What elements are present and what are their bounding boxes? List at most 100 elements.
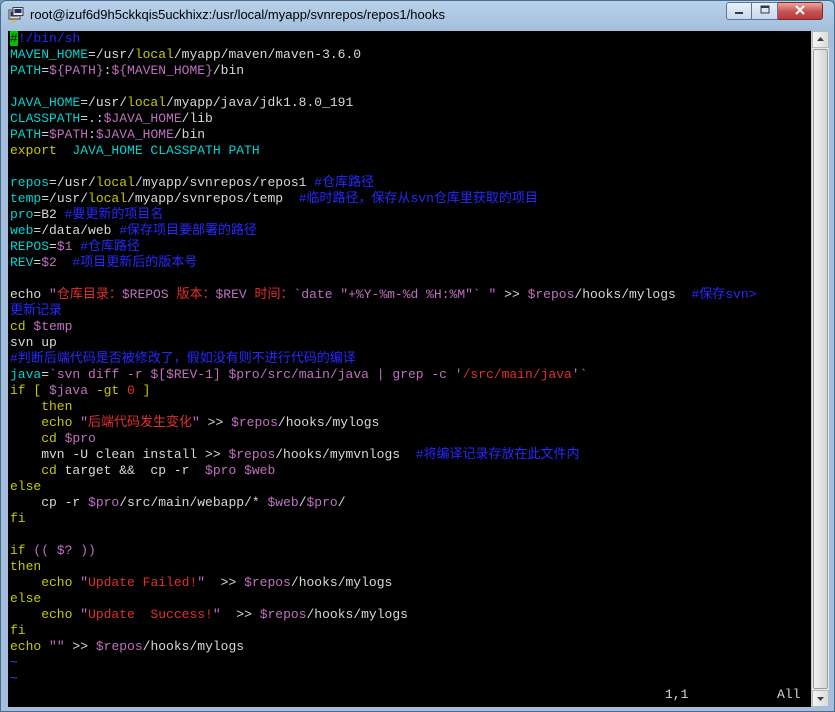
code-token: $[ [150, 367, 167, 382]
code-token: $pro [64, 431, 96, 446]
code-token: $? [56, 543, 73, 558]
code-line: fi [10, 511, 756, 527]
code-token: pro [10, 207, 34, 222]
code-line: cd $pro [10, 431, 756, 447]
code-token: $repos [527, 287, 575, 302]
code-token: export [10, 143, 57, 158]
code-token: /src/main/webapp/* [119, 495, 268, 510]
code-token: 版本： [168, 287, 216, 302]
maximize-button[interactable] [752, 2, 778, 20]
code-token: temp [10, 191, 42, 206]
code-token: >> [64, 639, 96, 654]
code-line: echo "后端代码发生变化" >> $repos/hooks/mylogs [10, 415, 756, 431]
minimize-button[interactable] [726, 2, 752, 20]
code-token: = [41, 127, 50, 142]
code-token: $temp [33, 319, 73, 334]
code-token: else [10, 479, 42, 494]
code-token: cd [10, 463, 65, 478]
code-token: = [49, 239, 57, 254]
code-line: ~ [10, 671, 756, 687]
code-token: fi [10, 511, 26, 526]
code-token: =B2 [33, 207, 65, 222]
code-line: echo "仓库目录：$REPOS 版本：$REV 时间：`date "+%Y-… [10, 287, 756, 303]
scroll-thumb[interactable] [813, 49, 828, 689]
code-token: 后端代码发生变化 [88, 415, 193, 430]
code-token: echo [10, 639, 50, 654]
vertical-scrollbar[interactable] [811, 31, 829, 707]
code-token: " [80, 607, 89, 622]
code-token: =/data/web [33, 223, 120, 238]
code-line: REPOS=$1 #仓库路径 [10, 239, 756, 255]
close-button[interactable] [778, 2, 823, 20]
scroll-up-button[interactable] [812, 31, 829, 48]
code-token: cp -r [10, 495, 89, 510]
code-token: CLASSPATH [10, 111, 81, 126]
code-token: / [337, 495, 346, 510]
code-line: ~ [10, 655, 756, 671]
code-token: $REV [215, 287, 247, 302]
code-token: ${PATH} [49, 63, 104, 78]
code-token: $1 [56, 239, 73, 254]
terminal-screen[interactable]: #!/bin/sh MAVEN_HOME=/usr/local/myapp/mav… [8, 31, 811, 707]
code-token: svn up [10, 335, 57, 350]
code-token: /lib [181, 111, 213, 126]
code-token: 0 [127, 383, 135, 398]
code-token: echo [10, 607, 81, 622]
code-token: #判断后端代码是否被修改了，假如没有则不进行代码的编译 [10, 351, 356, 366]
code-token: 时间： [246, 287, 294, 302]
scroll-down-button[interactable] [812, 690, 829, 707]
code-token: #保存svn> [691, 287, 757, 302]
code-token: /hooks/mymvnlogs [275, 447, 416, 462]
code-token: $pro [88, 495, 120, 510]
code-token: $web [267, 495, 299, 510]
code-line: #!/bin/sh [10, 31, 756, 47]
code-token: " [80, 575, 89, 590]
code-line: fi [10, 623, 756, 639]
code-token: else [10, 591, 42, 606]
code-token: ~ [10, 655, 18, 670]
code-token: =/usr/ [41, 191, 89, 206]
code-line: temp=/usr/local/myapp/svnrepos/temp #临时路… [10, 191, 756, 207]
code-token: " [197, 575, 206, 590]
title-bar[interactable]: root@izuf6d9h5ckkqis5uckhixz:/usr/local/… [1, 1, 834, 29]
code-token: local [127, 95, 167, 110]
putty-terminal-icon[interactable] [8, 7, 24, 23]
code-token: if [10, 543, 26, 558]
code-token: #临时路径，保存从svn仓库里获取的项目 [298, 191, 538, 206]
code-line: then [10, 559, 756, 575]
code-token: PATH [10, 127, 42, 142]
code-token: -gt [88, 383, 128, 398]
arrow-down-icon [813, 693, 828, 710]
code-token: /src/main/java | grep -c [259, 367, 455, 382]
code-token: $repos [231, 415, 278, 430]
code-token: "" [49, 639, 65, 654]
code-line: echo "Update Success!" >> $repos/hooks/m… [10, 607, 756, 623]
code-line: PATH=$PATH:$JAVA_HOME/bin [10, 127, 756, 143]
code-token: = [41, 63, 50, 78]
code-line: PATH=${PATH}:${MAVEN_HOME}/bin [10, 63, 756, 79]
code-token: $pro [228, 367, 260, 382]
code-token: [ [25, 383, 50, 398]
code-token: echo [10, 287, 50, 302]
code-line: 更新记录 [10, 303, 756, 319]
code-line: java=`svn diff -r $[$REV-1] $pro/src/mai… [10, 367, 756, 383]
code-line: echo "Update Failed!" >> $repos/hooks/my… [10, 575, 756, 591]
code-token: /bin [212, 63, 245, 78]
code-token: #要更新的项目名 [64, 207, 164, 222]
code-token: #保存项目要部署的路径 [119, 223, 258, 238]
code-token: #仓库路径 [72, 239, 141, 254]
terminal-window: root@izuf6d9h5ckkqis5uckhixz:/usr/local/… [0, 0, 835, 712]
code-token: then [10, 559, 42, 574]
code-token: cd [10, 319, 34, 334]
code-line: echo "" >> $repos/hooks/mylogs [10, 639, 756, 655]
code-token: /src/main/java [462, 367, 572, 382]
code-token: $REPOS [121, 287, 169, 302]
code-token: ${MAVEN_HOME} [111, 63, 213, 78]
code-token: >> [496, 287, 528, 302]
code-token: if [10, 383, 26, 398]
code-token: local [134, 47, 174, 62]
